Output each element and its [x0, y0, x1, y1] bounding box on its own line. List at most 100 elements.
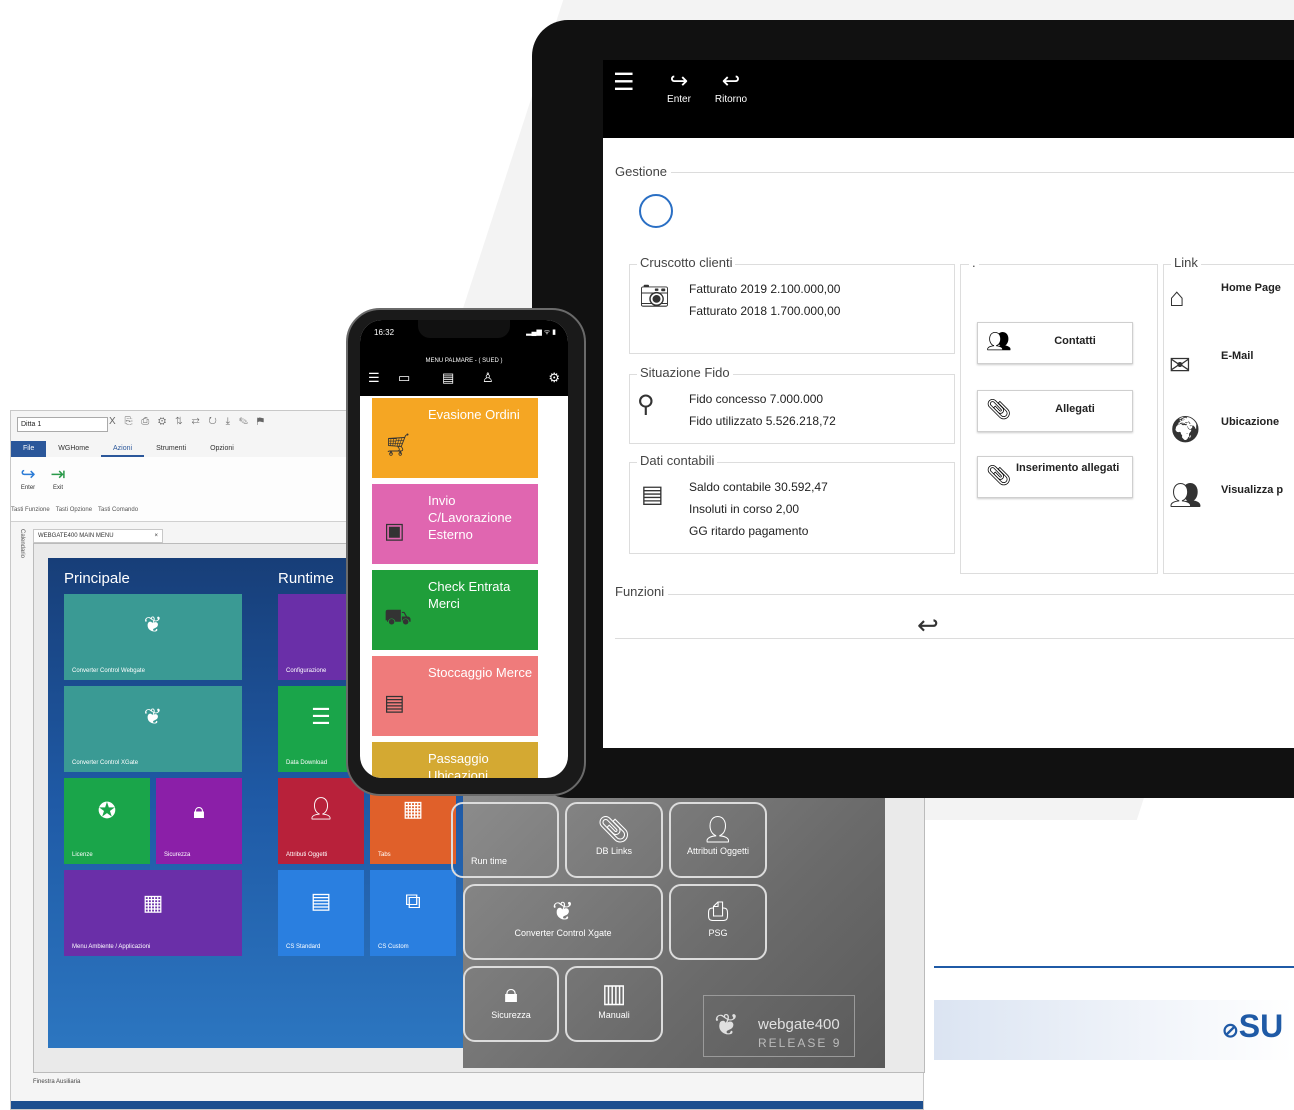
gg-ritardo: GG ritardo pagamento [689, 524, 809, 538]
hamburger-icon[interactable]: ☰ [368, 370, 380, 386]
exit-button[interactable]: ⇥ Exit [45, 463, 71, 491]
group-tasti-funzione: Tasti Funzione [11, 507, 50, 513]
enter-button[interactable]: ↪ Enter [15, 463, 41, 491]
tile-label: Tabs [378, 852, 391, 858]
tile-sicurezza-grey[interactable]: 🔒︎ Sicurezza [463, 966, 559, 1042]
cart-icon: 🛒︎ [384, 432, 412, 457]
tab-opzioni[interactable]: Opzioni [198, 441, 246, 457]
loading-icon [639, 194, 673, 228]
card-passaggio-ubicazioni[interactable]: Passaggio Ubicazioni [372, 742, 538, 778]
tile-run-time[interactable]: Run time [451, 802, 559, 878]
webgate-grey-panel: Run time 📎︎ DB Links 👤︎ Attributi Oggett… [451, 790, 885, 1068]
paperclip-icon: 📎︎ [597, 814, 631, 844]
card-evasione-ordini[interactable]: Evasione Ordini 🛒︎ [372, 398, 538, 478]
tile-label: CS Standard [286, 944, 321, 950]
fido-title: Situazione Fido [637, 365, 733, 380]
tile-label: Licenze [72, 852, 93, 858]
printer-icon: ⎙ [707, 896, 729, 926]
lock-icon: 🔒︎ [193, 798, 205, 823]
ritorno-button[interactable]: ↩ Ritorno [711, 68, 751, 105]
card-label: Check Entrata Merci [428, 579, 511, 611]
card-stoccaggio-merce[interactable]: Stoccaggio Merce ▤ [372, 656, 538, 736]
divider [615, 594, 1294, 595]
tile-label: Converter Control Webgate [72, 668, 145, 674]
close-icon[interactable]: × [154, 530, 158, 542]
link-email[interactable]: E-Mail [1221, 350, 1253, 362]
calendar-side-tab[interactable]: Calendario [11, 529, 25, 829]
paperclip-icon: 📎︎ [986, 399, 1012, 421]
tile-psg[interactable]: ⎙ PSG [669, 884, 767, 960]
contacts-icon: 👥︎ [986, 331, 1012, 353]
card-label: Stoccaggio Merce [428, 665, 533, 680]
tab-file[interactable]: File [11, 441, 47, 457]
contatti-button[interactable]: 👥︎ Contatti [977, 322, 1133, 364]
tile-manuali[interactable]: ▥ Manuali [565, 966, 663, 1042]
card-check-entrata[interactable]: Check Entrata Merci ⛟ [372, 570, 538, 650]
card-invio-lavorazione[interactable]: Invio C/Lavorazione Esterno ▣ [372, 484, 538, 564]
gestione-title: Gestione [615, 164, 672, 179]
tile-converter-webgate[interactable]: ❦ Converter Control Webgate [64, 594, 242, 680]
link-title: Link [1171, 255, 1201, 270]
link-home-page[interactable]: Home Page [1221, 282, 1281, 294]
tile-converter-xgate[interactable]: ❦ Converter Control XGate [64, 686, 242, 772]
enter-icon: ↪ [20, 464, 36, 484]
tile-label: CS Custom [378, 944, 409, 950]
section-principale: Principale [64, 570, 130, 587]
home-icon: ⌂ [1169, 282, 1185, 312]
enter-icon: ↪ [669, 68, 689, 93]
tab-azioni[interactable]: Azioni [101, 441, 145, 457]
tile-converter-xgate-grey[interactable]: ❦ Converter Control Xgate [463, 884, 663, 960]
tile-label: Configurazione [286, 668, 327, 674]
tab-wghome[interactable]: WGHome [46, 441, 101, 457]
leaf-icon: ❦ [552, 896, 574, 926]
tile-label: Sicurezza [491, 1010, 531, 1020]
hamburger-icon[interactable]: ☰ [613, 68, 635, 97]
chat-icon[interactable]: ▭ [398, 370, 410, 386]
award-icon: ✪ [97, 798, 117, 823]
calendar-icon: ▦ [402, 796, 424, 821]
document-icon[interactable]: ▤ [442, 370, 454, 386]
cabinet-icon: ▤ [641, 481, 664, 508]
tile-label: DB Links [595, 846, 632, 856]
tile-attributi-oggetti-grey[interactable]: 👤︎ Attributi Oggetti [669, 802, 767, 878]
tile-cs-custom[interactable]: ⧉ CS Custom [370, 870, 456, 956]
document-tab-label: WEBGATE400 MAIN MENU [38, 533, 114, 539]
return-icon[interactable]: ↩ [917, 610, 939, 641]
people-search-icon: ⚲ [637, 391, 655, 418]
enter-button[interactable]: ↪ Enter [659, 68, 699, 105]
card-label: Invio C/Lavorazione Esterno [428, 493, 512, 542]
group-tasti-comando: Tasti Comando [98, 507, 139, 513]
tile-sicurezza[interactable]: 🔒︎ Sicurezza [156, 778, 242, 864]
link-visualizza[interactable]: Visualizza p [1221, 484, 1283, 496]
tile-db-links[interactable]: 📎︎ DB Links [565, 802, 663, 878]
company-combo[interactable]: Ditta 1 [17, 417, 108, 432]
brand-name: SU [1238, 1008, 1284, 1044]
tile-licenze[interactable]: ✪ Licenze [64, 778, 150, 864]
settings-icon[interactable]: ⚙ [548, 370, 560, 386]
user-icon[interactable]: ♙ [482, 370, 494, 386]
user-desktop-icon: 👤︎ [307, 796, 335, 821]
truck-icon: ▣ [384, 518, 405, 543]
return-icon: ↩ [721, 68, 741, 93]
leaf-icon: ❦ [143, 704, 163, 729]
document-tab[interactable]: WEBGATE400 MAIN MENU × [33, 529, 163, 543]
webgate-release: RELEASE 9 [758, 1036, 842, 1050]
allegati-button[interactable]: 📎︎ Allegati [977, 390, 1133, 432]
funzioni-title: Funzioni [615, 584, 669, 599]
tile-menu-ambiente[interactable]: ▦ Menu Ambiente / Applicazioni [64, 870, 242, 956]
tile-cs-standard[interactable]: ▤ CS Standard [278, 870, 364, 956]
tile-label: Manuali [598, 1010, 630, 1020]
quick-access-toolbar[interactable]: X ⎘ ⎙ ⚙ ⇅ ⇄ ↻ ⤓ ✎ ⚑ [109, 416, 267, 427]
tile-attributi-oggetti[interactable]: 👤︎ Attributi Oggetti [278, 778, 364, 864]
card-label: Evasione Ordini [428, 407, 520, 422]
status-time: 16:32 [374, 328, 395, 337]
inserimento-allegati-button[interactable]: 📎︎ Inserimento allegati [977, 456, 1133, 498]
tab-strumenti[interactable]: Strumenti [144, 441, 198, 457]
fido-box [629, 374, 955, 444]
link-ubicazione[interactable]: Ubicazione [1221, 416, 1279, 428]
phone-header: 16:32 ▂▄▆ ᯤ ▮ MENU PALMARE - ( SUED ) ☰ … [360, 320, 568, 396]
leaf-icon: ❦ [714, 1009, 740, 1042]
tile-label: Sicurezza [164, 852, 191, 858]
brand-mark-icon: ⊘ [1222, 1020, 1239, 1042]
tablet-screen: ☰ ↪ Enter ↩ Ritorno Gestione Cruscotto c… [603, 60, 1294, 748]
